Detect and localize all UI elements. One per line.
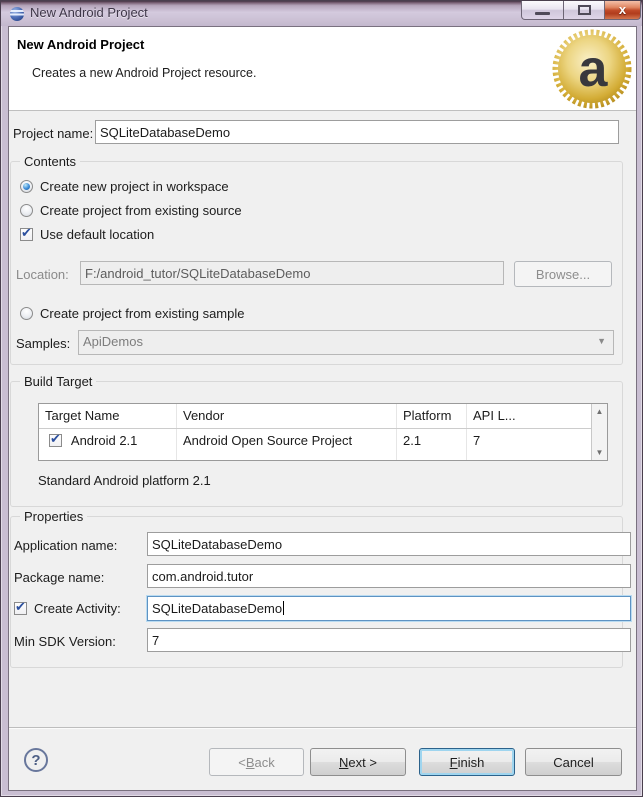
checkbox-create-activity[interactable]: ✔	[14, 602, 27, 615]
create-activity-input[interactable]: SQLiteDatabaseDemo	[147, 596, 631, 621]
column-target-name[interactable]: Target Name	[39, 404, 177, 428]
minimize-icon	[535, 12, 550, 15]
radio-create-from-sample[interactable]	[20, 307, 33, 320]
next-button[interactable]: Next >	[310, 748, 406, 776]
samples-dropdown: ApiDemos ▼	[78, 330, 614, 355]
finish-label-mnemonic: F	[450, 755, 458, 770]
project-name-input[interactable]	[95, 120, 619, 144]
help-icon: ?	[31, 752, 40, 769]
window-controls: x	[521, 1, 641, 20]
cell-target-name: Android 2.1	[71, 433, 138, 448]
checkbox-use-default-location-label[interactable]: Use default location	[40, 227, 154, 242]
wizard-header: New Android Project Creates a new Androi…	[9, 27, 636, 111]
close-icon: x	[605, 2, 640, 17]
samples-label: Samples:	[16, 336, 70, 351]
cell-api-level: 7	[467, 429, 591, 460]
browse-button-label: Browse...	[536, 267, 590, 282]
project-name-label: Project name:	[13, 126, 93, 141]
chevron-down-icon: ▼	[597, 336, 606, 346]
footer-separator	[9, 727, 636, 729]
table-scrollbar[interactable]: ▲ ▼	[591, 404, 607, 460]
android-badge-icon: a	[551, 28, 633, 110]
check-icon: ✔	[15, 599, 26, 615]
svg-text:a: a	[579, 40, 609, 98]
create-activity-label[interactable]: Create Activity:	[34, 601, 121, 616]
back-label-post: ack	[255, 755, 275, 770]
radio-create-from-source[interactable]	[20, 204, 33, 217]
titlebar[interactable]: New Android Project x	[1, 1, 642, 26]
maximize-icon	[578, 5, 591, 15]
cell-platform: 2.1	[397, 429, 467, 460]
application-name-label: Application name:	[14, 538, 117, 553]
target-description: Standard Android platform 2.1	[38, 473, 211, 488]
browse-button: Browse...	[514, 261, 612, 287]
minimize-button[interactable]	[521, 1, 564, 20]
min-sdk-label: Min SDK Version:	[14, 634, 116, 649]
samples-value: ApiDemos	[83, 334, 143, 349]
text-caret	[283, 601, 284, 615]
wizard-description: Creates a new Android Project resource.	[32, 66, 256, 80]
location-input	[80, 261, 504, 285]
check-icon: ✔	[21, 225, 32, 241]
back-button: < Back	[209, 748, 304, 776]
scroll-down-icon[interactable]: ▼	[592, 448, 607, 457]
scroll-up-icon[interactable]: ▲	[592, 407, 607, 416]
cancel-button[interactable]: Cancel	[525, 748, 622, 776]
package-name-input[interactable]	[147, 564, 631, 588]
new-android-project-dialog: New Android Project Creates a new Androi…	[8, 26, 637, 791]
finish-button[interactable]: Finish	[419, 748, 515, 776]
build-target-table: Target Name Vendor Platform API L... ✔ A…	[38, 403, 608, 461]
wizard-title: New Android Project	[17, 37, 144, 52]
close-button[interactable]: x	[604, 1, 641, 20]
radio-create-from-sample-label[interactable]: Create project from existing sample	[40, 306, 244, 321]
application-name-input[interactable]	[147, 532, 631, 556]
location-label: Location:	[16, 267, 69, 282]
build-target-legend: Build Target	[20, 374, 96, 389]
contents-legend: Contents	[20, 154, 80, 169]
column-vendor[interactable]: Vendor	[177, 404, 397, 428]
column-platform[interactable]: Platform	[397, 404, 467, 428]
cancel-label: Cancel	[553, 755, 593, 770]
table-header-row: Target Name Vendor Platform API L...	[39, 404, 591, 429]
radio-create-in-workspace[interactable]	[20, 180, 33, 193]
window-frame: New Android Project x New Android Projec…	[0, 0, 643, 797]
next-label-mnemonic: N	[339, 755, 348, 770]
radio-create-in-workspace-label[interactable]: Create new project in workspace	[40, 179, 229, 194]
target-checkbox[interactable]: ✔	[49, 434, 62, 447]
next-label-post: ext >	[348, 755, 377, 770]
package-name-label: Package name:	[14, 570, 104, 585]
window-title: New Android Project	[30, 5, 148, 20]
properties-legend: Properties	[20, 509, 87, 524]
maximize-button[interactable]	[563, 1, 605, 20]
min-sdk-input[interactable]	[147, 628, 631, 652]
check-icon: ✔	[50, 431, 61, 447]
back-label-mnemonic: B	[246, 755, 255, 770]
checkbox-use-default-location[interactable]: ✔	[20, 228, 33, 241]
cell-vendor: Android Open Source Project	[177, 429, 397, 460]
back-label-pre: <	[238, 755, 246, 770]
create-activity-value: SQLiteDatabaseDemo	[152, 601, 282, 616]
eclipse-app-icon	[10, 7, 24, 21]
radio-create-from-source-label[interactable]: Create project from existing source	[40, 203, 242, 218]
help-button[interactable]: ?	[24, 748, 48, 772]
table-row[interactable]: ✔ Android 2.1 Android Open Source Projec…	[39, 429, 591, 460]
column-api-level[interactable]: API L...	[467, 404, 591, 428]
finish-label-post: inish	[458, 755, 485, 770]
